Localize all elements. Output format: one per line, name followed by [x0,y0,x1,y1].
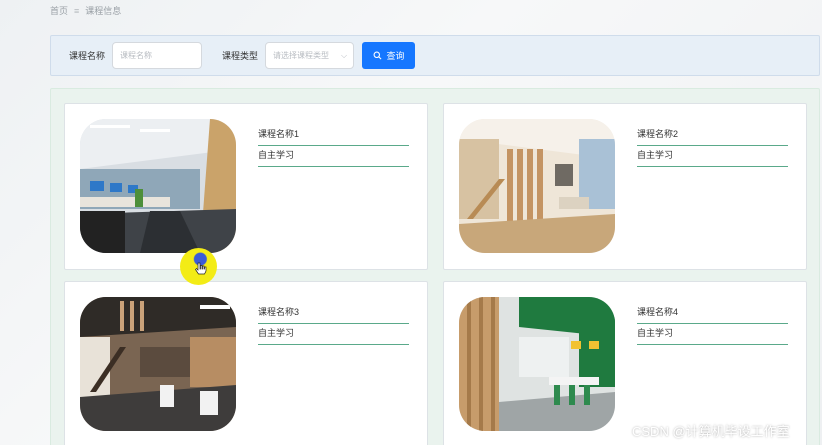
green-office-photo[interactable] [459,297,615,431]
search-button[interactable]: 查询 [362,42,416,69]
office-lounge-photo[interactable] [80,297,236,431]
course-type: 自主学习 [258,148,409,167]
course-grid: 课程名称1 自主学习 课程名称2 自主学习 课程名称3 自主学习 课程名称4 自… [50,88,820,445]
course-card[interactable]: 课程名称3 自主学习 [64,281,428,445]
breadcrumb-separator: ≡ [74,5,80,16]
hand-cursor-icon [195,262,207,275]
course-name: 课程名称2 [637,127,788,146]
course-type: 自主学习 [258,326,409,345]
course-card[interactable]: 课程名称2 自主学习 [443,103,807,270]
watermark: CSDN @计算机毕设工作室 [632,424,790,439]
loft-interior-photo[interactable] [459,119,615,253]
chevron-down-icon: ⌵ [340,50,348,60]
breadcrumb: 首页 ≡ 课程信息 [50,4,121,17]
search-button-label: 查询 [386,51,405,61]
course-name: 课程名称4 [637,305,788,324]
course-type: 自主学习 [637,326,788,345]
course-type-select[interactable]: 请选择课程类型 ⌵ [265,42,355,69]
course-name-placeholder: 课程名称 [120,51,153,60]
course-name: 课程名称1 [258,127,409,146]
course-type-placeholder: 请选择课程类型 [273,51,330,60]
course-name-input[interactable]: 课程名称 [112,42,203,69]
search-bar: 课程名称 课程名称 课程类型 请选择课程类型 ⌵ 查询 [50,35,820,76]
breadcrumb-home[interactable]: 首页 [50,4,68,17]
open-office-photo[interactable] [80,119,236,253]
course-card[interactable]: 课程名称1 自主学习 [64,103,428,270]
course-type-label: 课程类型 [222,51,259,61]
search-icon [373,51,381,60]
course-name: 课程名称3 [258,305,409,324]
breadcrumb-current: 课程信息 [85,6,122,16]
course-name-label: 课程名称 [69,51,106,61]
course-type: 自主学习 [637,148,788,167]
